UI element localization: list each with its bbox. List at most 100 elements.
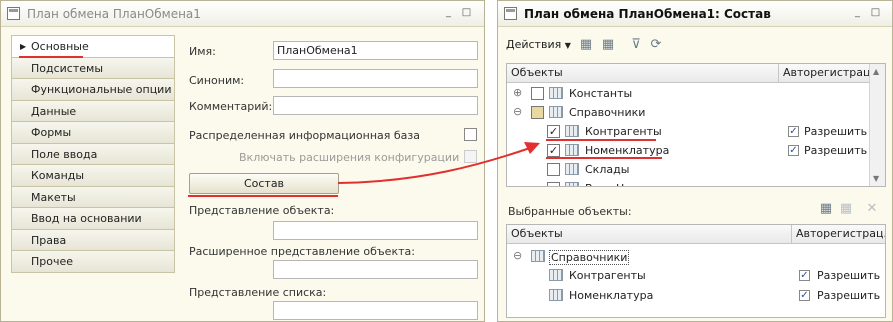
selected-group-row[interactable]: ⊖ Справочники bbox=[507, 247, 885, 266]
row-name: Номенклатура bbox=[585, 144, 670, 157]
tab-item[interactable]: Прочее bbox=[11, 250, 175, 273]
add-selected-icon[interactable]: ▦ bbox=[818, 201, 834, 217]
actions-menu[interactable]: Действия ▼ bbox=[506, 38, 571, 51]
tab-label: Макеты bbox=[31, 190, 76, 204]
config-ext-label: Включать расширения конфигурации bbox=[239, 151, 460, 164]
composition-button[interactable]: Состав bbox=[189, 173, 339, 194]
tab-item[interactable]: Ввод на основании bbox=[11, 207, 175, 230]
tab-label: Команды bbox=[31, 169, 85, 182]
ext-object-repr-input[interactable] bbox=[273, 260, 478, 279]
objects-panel: Объекты Авторегистрац... ⊕ Константы ⊖ Спра… bbox=[506, 63, 886, 187]
autoreg-checkbox[interactable]: ✓ bbox=[799, 270, 810, 281]
objects-header: Объекты Авторегистрац... bbox=[507, 64, 885, 83]
comment-input[interactable] bbox=[273, 96, 478, 115]
row-checkbox[interactable] bbox=[531, 106, 544, 119]
autoreg-checkbox[interactable]: ✓ bbox=[788, 126, 799, 137]
synonym-label: Синоним: bbox=[189, 74, 245, 87]
row-name: Константы bbox=[569, 87, 633, 100]
object-repr-input[interactable] bbox=[273, 221, 478, 240]
side-tabs: ▶ Основные Подсистемы Функциональные опции Д… bbox=[11, 35, 175, 273]
row-checkbox[interactable] bbox=[531, 87, 544, 100]
maximize-icon[interactable]: □ bbox=[868, 6, 883, 21]
list-repr-input[interactable] bbox=[273, 301, 478, 320]
tab-label: Данные bbox=[31, 104, 77, 118]
catalog-icon bbox=[565, 182, 579, 186]
minimize-icon[interactable]: _ bbox=[441, 6, 456, 21]
red-underline-nomenklatura bbox=[546, 157, 662, 159]
distributed-db-label: Распределенная информационная база bbox=[189, 129, 420, 142]
column-header-objects[interactable]: Объекты bbox=[507, 64, 779, 83]
expand-icon[interactable]: ⊕ bbox=[513, 86, 522, 99]
selected-row[interactable]: Номенклатура ✓ Разрешить bbox=[507, 286, 885, 305]
tab-item[interactable]: Команды bbox=[11, 164, 175, 187]
catalog-icon bbox=[549, 269, 563, 281]
row-name: Склады bbox=[585, 163, 630, 176]
row-checkbox[interactable]: ✓ bbox=[547, 144, 560, 157]
tab-item[interactable]: Поле ввода bbox=[11, 142, 175, 165]
row-name: Контрагенты bbox=[585, 125, 662, 138]
config-ext-checkbox bbox=[464, 150, 477, 163]
selected-panel: Объекты Авторегистрац... ⊖ Справочники К… bbox=[506, 224, 886, 318]
tab-item[interactable]: Права bbox=[11, 228, 175, 251]
group-name: Справочники bbox=[549, 250, 630, 265]
right-window: План обмена ПланОбмена1: Состав _ □ Дейс… bbox=[497, 0, 893, 322]
remove-selected-icon[interactable]: ▦ bbox=[838, 201, 854, 217]
tree-row[interactable]: ⊖ Справочники bbox=[507, 103, 871, 122]
row-checkbox[interactable]: ✓ bbox=[547, 125, 560, 138]
catalog-icon bbox=[549, 106, 563, 118]
row-name: Справочники bbox=[569, 106, 646, 119]
tab-item[interactable]: Формы bbox=[11, 121, 175, 144]
column-header-objects[interactable]: Объекты bbox=[507, 225, 792, 244]
tab-label: Ввод на основании bbox=[31, 212, 142, 225]
actions-label: Действия bbox=[506, 38, 562, 51]
synonym-input[interactable] bbox=[273, 69, 478, 88]
left-titlebar[interactable]: План обмена ПланОбмена1 _ □ bbox=[1, 1, 484, 27]
catalog-icon bbox=[565, 125, 579, 137]
tab-item[interactable]: Подсистемы bbox=[11, 56, 175, 79]
left-window-title: План обмена ПланОбмена1 bbox=[27, 7, 201, 21]
filter-icon[interactable]: ⊽ bbox=[628, 37, 644, 53]
tab-label: Поле ввода bbox=[31, 147, 98, 161]
selected-row[interactable]: Контрагенты ✓ Разрешить bbox=[507, 266, 885, 285]
row-checkbox[interactable] bbox=[547, 182, 560, 186]
maximize-icon[interactable]: □ bbox=[459, 6, 474, 21]
autoreg-value: Разрешить bbox=[817, 289, 881, 302]
remove-icon[interactable]: ▦ bbox=[600, 37, 616, 53]
row-checkbox[interactable] bbox=[547, 163, 560, 176]
name-label: Имя: bbox=[189, 45, 216, 58]
active-tab-arrow-icon: ▶ bbox=[20, 42, 27, 51]
window-icon bbox=[7, 7, 20, 20]
list-repr-label: Представление списка: bbox=[189, 286, 327, 299]
distributed-db-checkbox[interactable] bbox=[464, 128, 477, 141]
add-icon[interactable]: ▦ bbox=[578, 37, 594, 53]
right-titlebar[interactable]: План обмена ПланОбмена1: Состав _ □ bbox=[498, 1, 892, 27]
scroll-up-icon[interactable]: ▲ bbox=[873, 67, 879, 76]
column-header-autoreg[interactable]: Авторегистрац... bbox=[792, 225, 885, 244]
tab-item[interactable]: ▶ Основные bbox=[11, 35, 175, 58]
autoreg-value: Разрешить bbox=[804, 125, 868, 138]
catalog-icon bbox=[565, 163, 579, 175]
tab-item[interactable]: Данные bbox=[11, 99, 175, 122]
row-name: ВидыНоменклатуры bbox=[585, 182, 702, 186]
column-header-autoreg[interactable]: Авторегистрац... bbox=[779, 64, 871, 83]
scroll-down-icon[interactable]: ▼ bbox=[873, 174, 879, 183]
autoreg-checkbox[interactable]: ✓ bbox=[799, 290, 810, 301]
tree-row[interactable]: Склады bbox=[507, 160, 871, 179]
catalog-icon bbox=[549, 87, 563, 99]
tree-row[interactable]: ⊕ Константы bbox=[507, 84, 871, 103]
tab-item[interactable]: Макеты bbox=[11, 185, 175, 208]
tree-row[interactable]: ВидыНоменклатуры bbox=[507, 179, 871, 186]
row-name: Контрагенты bbox=[569, 269, 646, 282]
ext-object-repr-label: Расширенное представление объекта: bbox=[189, 245, 415, 258]
autoreg-checkbox[interactable]: ✓ bbox=[788, 145, 799, 156]
minimize-icon[interactable]: _ bbox=[850, 6, 865, 21]
refresh-icon[interactable]: ⟳ bbox=[648, 37, 664, 53]
name-input[interactable]: ПланОбмена1 bbox=[273, 41, 478, 60]
collapse-icon[interactable]: ⊖ bbox=[513, 249, 522, 262]
dropdown-arrow-icon: ▼ bbox=[564, 41, 571, 50]
objects-scrollbar[interactable]: ▲ ▼ bbox=[869, 64, 885, 186]
delete-icon[interactable]: ✕ bbox=[864, 201, 880, 217]
object-repr-label: Представление объекта: bbox=[189, 204, 335, 217]
collapse-icon[interactable]: ⊖ bbox=[513, 105, 522, 118]
tab-item[interactable]: Функциональные опции bbox=[11, 78, 175, 101]
